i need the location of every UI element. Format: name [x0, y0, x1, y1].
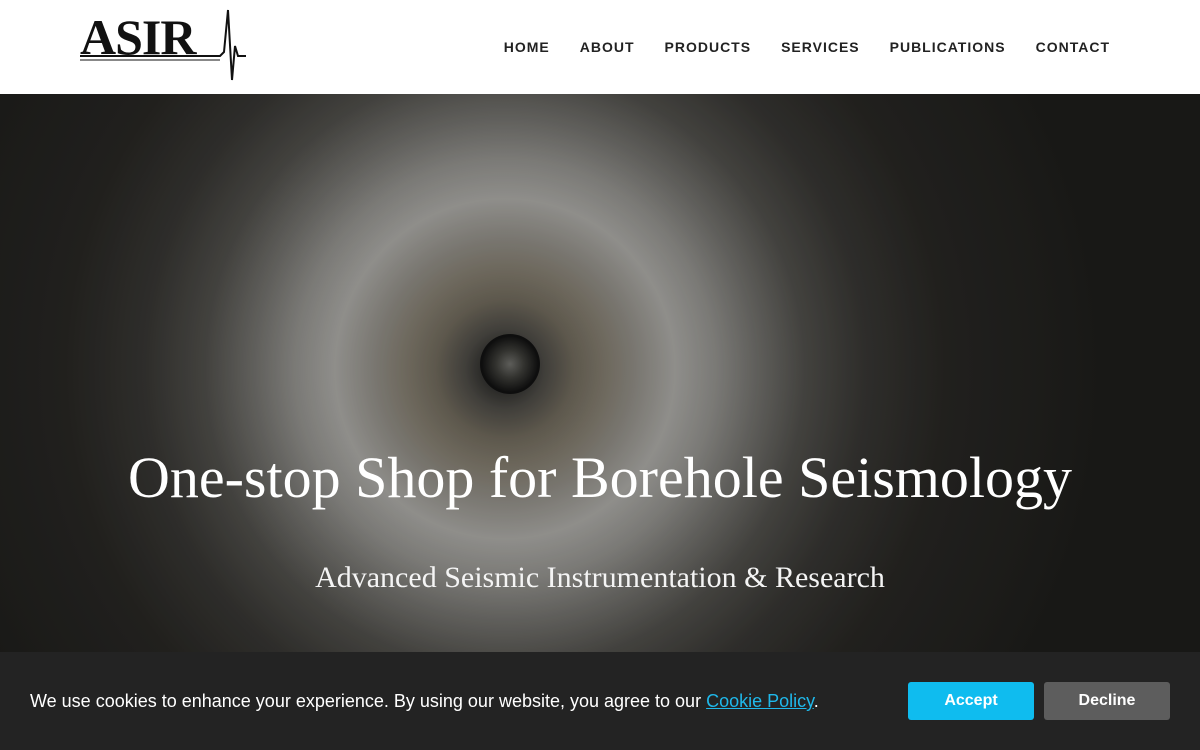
nav-publications[interactable]: PUBLICATIONS	[890, 38, 1006, 56]
decline-button[interactable]: Decline	[1044, 682, 1170, 720]
seismograph-trace-icon	[80, 9, 246, 81]
nav-contact[interactable]: CONTACT	[1036, 38, 1110, 56]
cookie-message: We use cookies to enhance your experienc…	[30, 690, 819, 712]
site-header: ASIR HOME ABOUT PRODUCTS SERVICES PUBLIC…	[0, 0, 1200, 94]
hero-title: One-stop Shop for Borehole Seismology	[127, 445, 1073, 510]
cookie-consent-bar: We use cookies to enhance your experienc…	[0, 652, 1200, 750]
accept-button[interactable]: Accept	[908, 682, 1034, 720]
asir-logo[interactable]: ASIR	[80, 8, 250, 82]
hero-subtitle: Advanced Seismic Instrumentation & Resea…	[315, 561, 885, 594]
nav-about[interactable]: ABOUT	[580, 38, 635, 56]
nav-services[interactable]: SERVICES	[781, 38, 860, 56]
cookie-message-text: We use cookies to enhance your experienc…	[30, 691, 707, 711]
nav-home[interactable]: HOME	[504, 38, 550, 56]
main-nav: HOME ABOUT PRODUCTS SERVICES PUBLICATION…	[474, 38, 1110, 56]
cookie-policy-link[interactable]: Cookie Policy	[706, 691, 814, 711]
cookie-message-end: .	[813, 691, 819, 711]
nav-products[interactable]: PRODUCTS	[665, 38, 752, 56]
